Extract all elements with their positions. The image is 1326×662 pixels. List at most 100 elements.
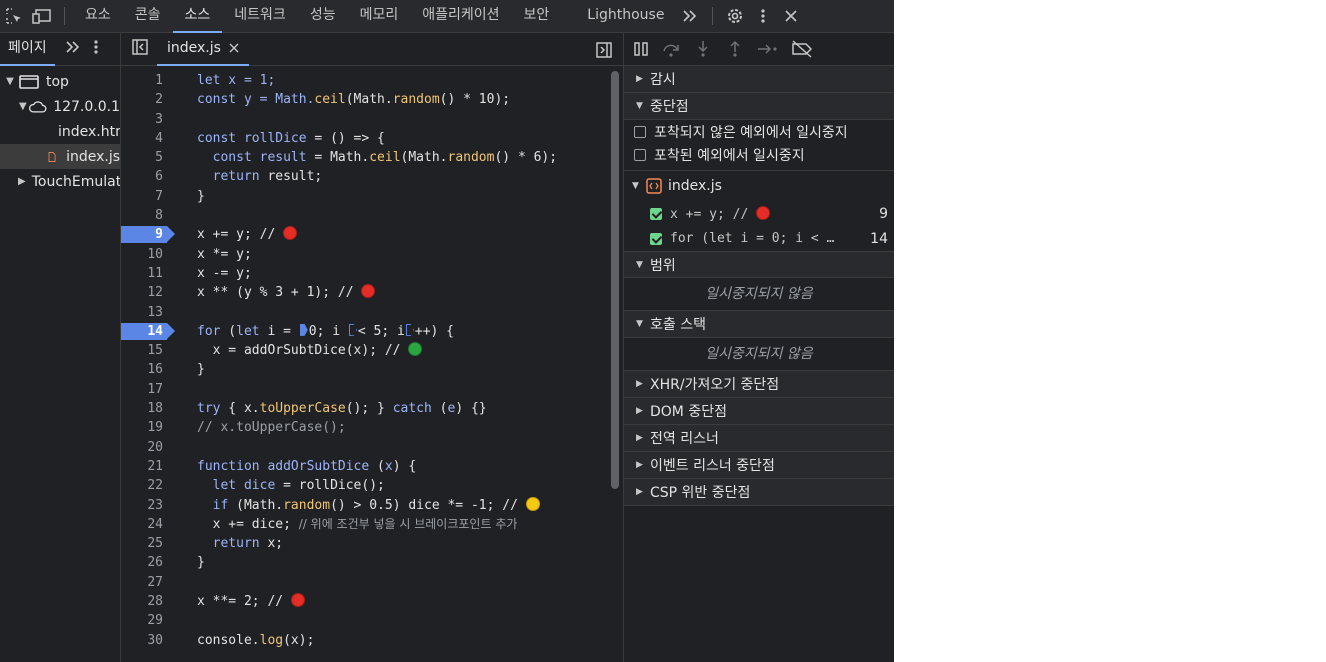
more-nav-tabs-icon[interactable]	[65, 40, 81, 58]
code-text: { x.	[220, 401, 260, 417]
tree-item-index-js[interactable]: index.js	[0, 144, 120, 169]
tree-item-top[interactable]: ▼ top	[0, 69, 120, 94]
devtools-window: 요소 콘솔 소스 네트워크 성능 메모리 애플리케이션 보안 Lighthous…	[0, 0, 894, 662]
line-number[interactable]: 29	[121, 611, 173, 630]
close-icon[interactable]	[777, 0, 805, 33]
line-number[interactable]: 3	[121, 110, 173, 129]
tab-network[interactable]: 네트워크	[222, 0, 298, 33]
tab-security[interactable]: 보안	[512, 0, 562, 33]
settings-gear-icon[interactable]	[721, 0, 749, 33]
tab-memory[interactable]: 메모리	[348, 0, 411, 33]
section-scope[interactable]: ▼ 범위	[624, 251, 894, 278]
close-tab-icon[interactable]	[229, 43, 239, 53]
breakpoint-code: for (let i = 0; i < …	[670, 231, 835, 246]
more-options-icon[interactable]	[749, 0, 777, 33]
line-number[interactable]: 8	[121, 206, 173, 225]
section-xhr-breakpoints[interactable]: ▶ XHR/가져오기 중단점	[624, 371, 894, 398]
inspect-element-icon[interactable]	[0, 0, 28, 33]
inline-breakpoint-icon[interactable]	[348, 323, 357, 336]
breakpoint-file-group[interactable]: ▼ index.js	[624, 171, 894, 201]
tab-lighthouse[interactable]: Lighthouse	[575, 0, 676, 33]
line-number[interactable]: 1	[121, 71, 173, 90]
expand-triangle-icon[interactable]: ▼	[18, 101, 28, 112]
section-dom-breakpoints[interactable]: ▶ DOM 중단점	[624, 398, 894, 425]
section-breakpoints[interactable]: ▼ 중단점	[624, 93, 894, 120]
step-out-icon[interactable]	[724, 40, 746, 58]
tab-elements[interactable]: 요소	[73, 0, 123, 33]
divider	[64, 7, 65, 25]
tree-item-touch-emulator[interactable]: ▶ TouchEmulator	[0, 169, 120, 194]
editor-file-tab[interactable]: index.js	[157, 33, 249, 66]
line-number[interactable]: 20	[121, 438, 173, 457]
line-number[interactable]: 21	[121, 457, 173, 476]
line-number[interactable]: 10	[121, 245, 173, 264]
tab-console[interactable]: 콘솔	[123, 0, 173, 33]
nav-more-options-icon[interactable]	[93, 39, 99, 59]
toggle-debugger-icon[interactable]	[595, 41, 613, 63]
collapse-triangle-icon[interactable]: ▶	[18, 176, 26, 187]
tab-page[interactable]: 페이지	[0, 33, 55, 66]
line-number[interactable]: 27	[121, 573, 173, 592]
tab-sources[interactable]: 소스	[172, 0, 223, 33]
pause-icon[interactable]	[632, 40, 650, 58]
code-text: addOrSubtDice	[267, 458, 370, 474]
inline-breakpoint-icon[interactable]	[405, 323, 414, 336]
breakpoint-marker[interactable]: 14	[121, 322, 175, 341]
device-toolbar-icon[interactable]	[28, 0, 56, 33]
line-number[interactable]: 19	[121, 418, 173, 437]
section-global-listeners[interactable]: ▶ 전역 리스너	[624, 425, 894, 452]
expand-triangle-icon[interactable]: ▼	[4, 76, 16, 87]
line-number[interactable]: 17	[121, 380, 173, 399]
line-number[interactable]: 23	[121, 496, 173, 515]
tab-application[interactable]: 애플리케이션	[410, 0, 511, 33]
line-number[interactable]: 4	[121, 129, 173, 148]
section-csp-breakpoints[interactable]: ▶ CSP 위반 중단점	[624, 479, 894, 506]
inline-breakpoint-icon[interactable]	[299, 323, 308, 336]
breakpoint-marker[interactable]: 9	[121, 225, 175, 244]
line-number[interactable]: 28	[121, 592, 173, 611]
deactivate-breakpoints-icon[interactable]	[790, 40, 814, 58]
checkbox-checked[interactable]	[650, 232, 662, 245]
section-watch[interactable]: ▶ 감시	[624, 66, 894, 93]
line-number[interactable]: 26	[121, 553, 173, 572]
more-tabs-icon[interactable]	[676, 0, 704, 33]
vertical-scrollbar[interactable]	[611, 71, 619, 489]
step-over-icon[interactable]	[660, 40, 682, 58]
line-number[interactable]: 22	[121, 476, 173, 495]
tree-item-index-html[interactable]: index.html	[0, 119, 120, 144]
section-call-stack[interactable]: ▼ 호출 스택	[624, 311, 894, 338]
pause-caught-checkbox[interactable]: 포착된 예외에서 일시중지	[624, 143, 894, 166]
line-number[interactable]: 30	[121, 631, 173, 650]
code-text: () * 6);	[494, 150, 558, 166]
code-text: (); }	[345, 401, 393, 417]
pause-uncaught-checkbox[interactable]: 포착되지 않은 예외에서 일시중지	[624, 120, 894, 143]
line-number[interactable]: 15	[121, 341, 173, 360]
code-text: }	[197, 188, 205, 204]
section-event-listener-breakpoints[interactable]: ▶ 이벤트 리스너 중단점	[624, 452, 894, 479]
line-number[interactable]: 6	[121, 167, 173, 186]
tree-item-origin[interactable]: ▼ 127.0.0.1	[0, 94, 120, 119]
step-into-icon[interactable]	[692, 40, 714, 58]
line-number[interactable]: 11	[121, 264, 173, 283]
checkbox[interactable]	[634, 148, 646, 161]
tab-performance[interactable]: 성능	[298, 0, 348, 33]
breakpoint-item[interactable]: for (let i = 0; i < … 14	[624, 226, 894, 251]
breakpoint-item[interactable]: x += y; // 9	[624, 201, 894, 226]
checkbox-checked[interactable]	[650, 207, 662, 220]
green-circle-emoji-icon	[408, 342, 423, 357]
code-line: 16}	[121, 360, 623, 379]
line-number[interactable]: 5	[121, 148, 173, 167]
line-number[interactable]: 7	[121, 187, 173, 206]
step-icon[interactable]	[756, 40, 780, 58]
line-number[interactable]: 12	[121, 283, 173, 302]
checkbox[interactable]	[634, 125, 646, 138]
line-number[interactable]: 13	[121, 303, 173, 322]
line-number[interactable]: 2	[121, 90, 173, 109]
line-number[interactable]: 25	[121, 534, 173, 553]
line-number[interactable]: 24	[121, 515, 173, 534]
line-number[interactable]: 16	[121, 360, 173, 379]
line-number[interactable]: 18	[121, 399, 173, 418]
toggle-navigator-icon[interactable]	[131, 38, 149, 60]
section-title: DOM 중단점	[650, 404, 727, 420]
code-text: ) {	[392, 458, 417, 474]
